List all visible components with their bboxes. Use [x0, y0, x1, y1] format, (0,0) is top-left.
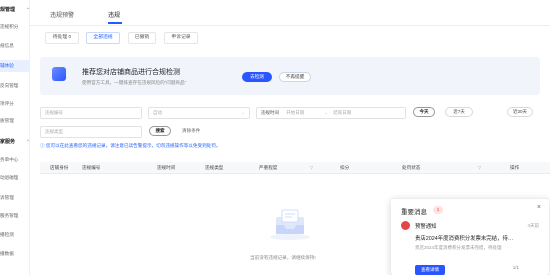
dismiss-button[interactable]: 不再提醒	[279, 72, 311, 82]
col-points: 扣分	[340, 165, 350, 170]
date-range-picker[interactable]: 违规时间 开始日期 → 结束日期	[256, 107, 406, 119]
sidebar-item[interactable]: 动退磁理	[0, 172, 29, 184]
important-message-popup: 重要消息 1 × 预警通知 4天前 贵店2024年度消费积分发票未完结，待… 贵…	[391, 198, 549, 275]
chevron-down-icon: ⌄	[241, 110, 245, 115]
filter-icon[interactable]: ▽	[310, 162, 313, 174]
sidebar-item[interactable]: 播检测	[0, 229, 29, 241]
sidebar-item[interactable]: 诉管理	[0, 192, 29, 204]
view-details-button[interactable]: 查看详情	[415, 265, 445, 275]
active-tab-indicator	[108, 22, 122, 24]
clear-conditions-link[interactable]: 清除条件	[182, 128, 200, 134]
go-detect-button[interactable]: 去检测	[242, 72, 272, 82]
sidebar-group-service[interactable]: 家服务 ⌃	[0, 136, 30, 148]
tab-violation-warning[interactable]: 违规预警	[50, 10, 74, 19]
tab-all-violations[interactable]: 全部违规	[86, 32, 120, 44]
banner-subtitle: 使用官方工具，一键排查存在违规风险的“问题商品”	[82, 80, 187, 85]
shield-check-icon	[52, 67, 66, 81]
range-today-button[interactable]: 今天	[413, 107, 435, 117]
col-penalty-status: 处罚状态	[402, 165, 421, 170]
filter-icon[interactable]: ▽	[478, 162, 481, 174]
table-header: 店铺身份 违规编号 违规时间 违规类型 严重程度 ▽ 扣分 处罚状态 ▽ 操作	[40, 162, 550, 174]
empty-state-text: 当前没有违规记录，请继续保持!	[250, 255, 316, 260]
col-violation-number: 违规编号	[82, 165, 101, 170]
chevron-up-icon: ⌃	[26, 139, 30, 144]
popup-pager: 1/1	[512, 265, 519, 270]
col-violation-type: 违规类型	[205, 165, 224, 170]
popup-title: 重要消息	[401, 209, 427, 216]
sidebar-item-active[interactable]: 辅体验	[0, 60, 29, 72]
top-tabs: 违规预警 违规	[30, 0, 550, 26]
sidebar-item[interactable]: 质管理	[0, 115, 29, 127]
sidebar-item[interactable]: 违规积分	[0, 21, 29, 33]
unread-count-badge: 1	[433, 206, 443, 214]
col-violation-time: 违规时间	[157, 165, 176, 170]
tab-revoked[interactable]: 已撤销	[128, 32, 156, 44]
tab-violation[interactable]: 违规	[108, 10, 120, 19]
info-notice: ⓘ 您可以在此查看您的违规记录，请注意已读告警提示，切勿违规操作等以免受到处罚。	[40, 143, 221, 148]
type-select[interactable]: 自动 ⌄	[148, 107, 250, 119]
compliance-banner: 推荐您对店铺商品进行合规检测 使用官方工具，一键排查存在违规风险的“问题商品” …	[40, 57, 540, 95]
violation-number-input[interactable]: 违规编号	[40, 107, 142, 119]
sidebar-item[interactable]: 服务管理	[0, 210, 29, 222]
col-actions: 操作	[510, 165, 520, 170]
sidebar-group-violation[interactable]: 规管理 ⌃	[0, 4, 29, 16]
banner-title: 推荐您对店铺商品进行合规检测	[82, 69, 180, 76]
sidebar-item[interactable]: 反向管理	[0, 80, 29, 92]
tab-appeal-records[interactable]: 申诉记录	[164, 32, 198, 44]
col-store-identity: 店铺身份	[50, 165, 69, 170]
range-7-days-button[interactable]: 近7天	[445, 107, 473, 117]
warning-title[interactable]: 预警通知	[415, 222, 437, 230]
empty-inbox-icon	[270, 209, 310, 240]
violation-type-input[interactable]: 违规类型	[40, 126, 142, 138]
sidebar-item[interactable]: 务单中心	[0, 154, 29, 166]
sidebar-item[interactable]: 项评分	[0, 98, 29, 110]
tab-pending[interactable]: 待处理 0	[45, 32, 79, 44]
warning-icon	[401, 221, 410, 230]
warning-body[interactable]: 贵店2024年度消费积分发票未完结，待…	[415, 234, 513, 242]
col-severity: 严重程度	[259, 165, 278, 170]
search-button[interactable]: 搜索	[149, 126, 171, 136]
sidebar: 规管理 ⌃ 违规积分 规信息 辅体验 反向管理 项评分 质管理 家服务 ⌃ 务单中心…	[0, 0, 30, 275]
close-icon[interactable]: ×	[537, 204, 541, 211]
warning-time: 4天前	[527, 223, 539, 228]
range-30-days-button[interactable]: 近30天	[507, 107, 533, 117]
sidebar-item[interactable]: 播数据	[0, 248, 29, 260]
warning-subtext: 贵店2024年度消费积分发票未完结，待处理	[415, 245, 502, 250]
sidebar-item[interactable]: 规信息	[0, 40, 29, 52]
